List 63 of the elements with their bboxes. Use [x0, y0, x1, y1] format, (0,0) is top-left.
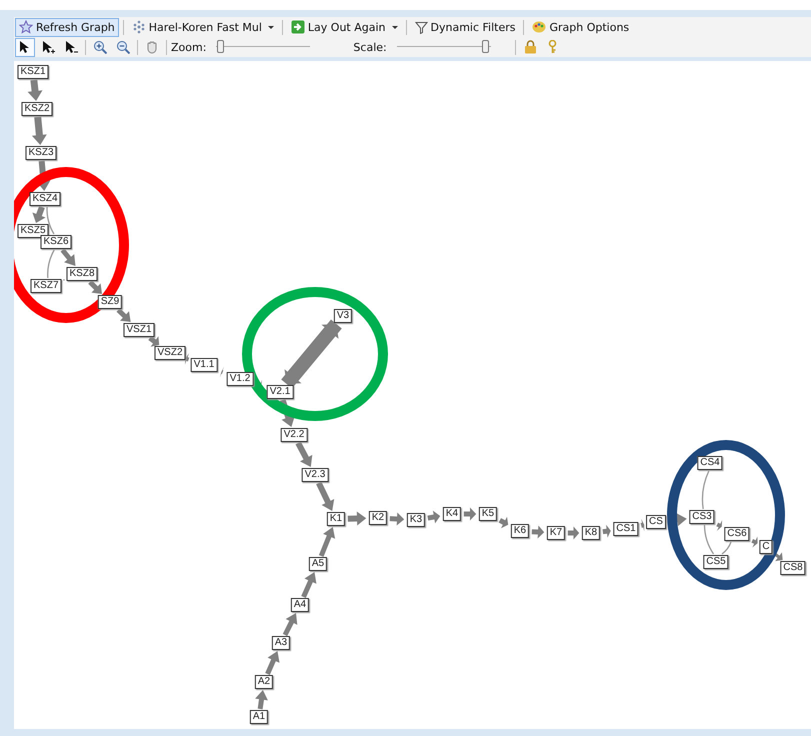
graph-node: CS5 [703, 555, 729, 569]
pointer-icon [64, 40, 78, 54]
graph-node: V3 [334, 309, 352, 323]
graph-node: CS6 [724, 527, 750, 541]
graph-node: K7 [546, 526, 566, 540]
slider-thumb[interactable] [482, 40, 490, 53]
graph-node: K2 [368, 511, 388, 525]
graph-node: CS8 [780, 561, 806, 575]
graph-node: KSZ1 [18, 65, 48, 79]
star-icon [19, 20, 33, 34]
graph-node: K4 [442, 507, 462, 521]
graph-node: KSZ6 [40, 235, 72, 249]
graph-node: CS4 [697, 456, 723, 470]
key-icon[interactable] [548, 40, 557, 54]
dots-icon [132, 20, 146, 34]
pointer-icon [41, 40, 55, 54]
graph-node: KSZ5 [18, 224, 48, 238]
graph-node: V2.1 [266, 385, 294, 399]
tool-button[interactable] [15, 38, 35, 56]
graph-node: KSZ7 [30, 279, 62, 293]
graph-node: KSZ2 [22, 102, 52, 116]
lock-icon[interactable] [524, 40, 537, 54]
graph-node: K6 [510, 524, 530, 538]
caret-icon [392, 26, 398, 28]
graph-node: VSZ2 [154, 346, 186, 360]
toolbar-button[interactable]: Refresh Graph [15, 18, 119, 36]
graph-node: C [759, 540, 773, 554]
graph-node: V2.3 [302, 468, 328, 482]
slider-label: Zoom: [171, 40, 206, 54]
graph-node: K8 [582, 526, 600, 540]
graph-node: A5 [308, 557, 328, 571]
graph-node: V1.1 [190, 358, 218, 372]
toolbar-button[interactable]: Lay Out Again [286, 18, 402, 36]
graph-node: CS [646, 515, 666, 529]
toolbar-button[interactable]: Harel-Koren Fast Mul [128, 18, 278, 36]
graph-node: K3 [406, 513, 426, 527]
palette-icon [532, 20, 546, 34]
graph-node: KSZ4 [30, 192, 60, 206]
toolbar-button[interactable]: Dynamic Filters [410, 18, 520, 36]
slider-label: Scale: [353, 40, 387, 54]
graph-node: A4 [290, 598, 310, 612]
graph-node: CS1 [613, 522, 639, 536]
graph-node: A1 [250, 710, 268, 724]
graph-node: A3 [272, 636, 290, 650]
zoom-in-icon [93, 40, 107, 54]
graph-node: K1 [326, 512, 346, 526]
graph-node: A2 [254, 675, 274, 689]
toolbar-button[interactable]: Graph Options [528, 18, 634, 36]
caret-icon [268, 26, 274, 28]
slider-thumb[interactable] [217, 40, 224, 53]
slider[interactable] [214, 39, 312, 55]
zoom-out-icon [116, 40, 130, 54]
hand-icon [145, 40, 159, 54]
graph-node: V2.2 [280, 428, 308, 442]
slider[interactable] [394, 39, 493, 55]
graph-node: KSZ3 [26, 146, 56, 160]
graph-node: KSZ8 [66, 267, 98, 281]
graph-node: K5 [478, 507, 498, 521]
graph-node: VSZ1 [124, 323, 154, 337]
graph-node: SZ9 [98, 295, 122, 309]
graph-node: V1.2 [226, 372, 254, 386]
filter-icon [414, 20, 428, 34]
graph-node: CS3 [689, 510, 715, 524]
